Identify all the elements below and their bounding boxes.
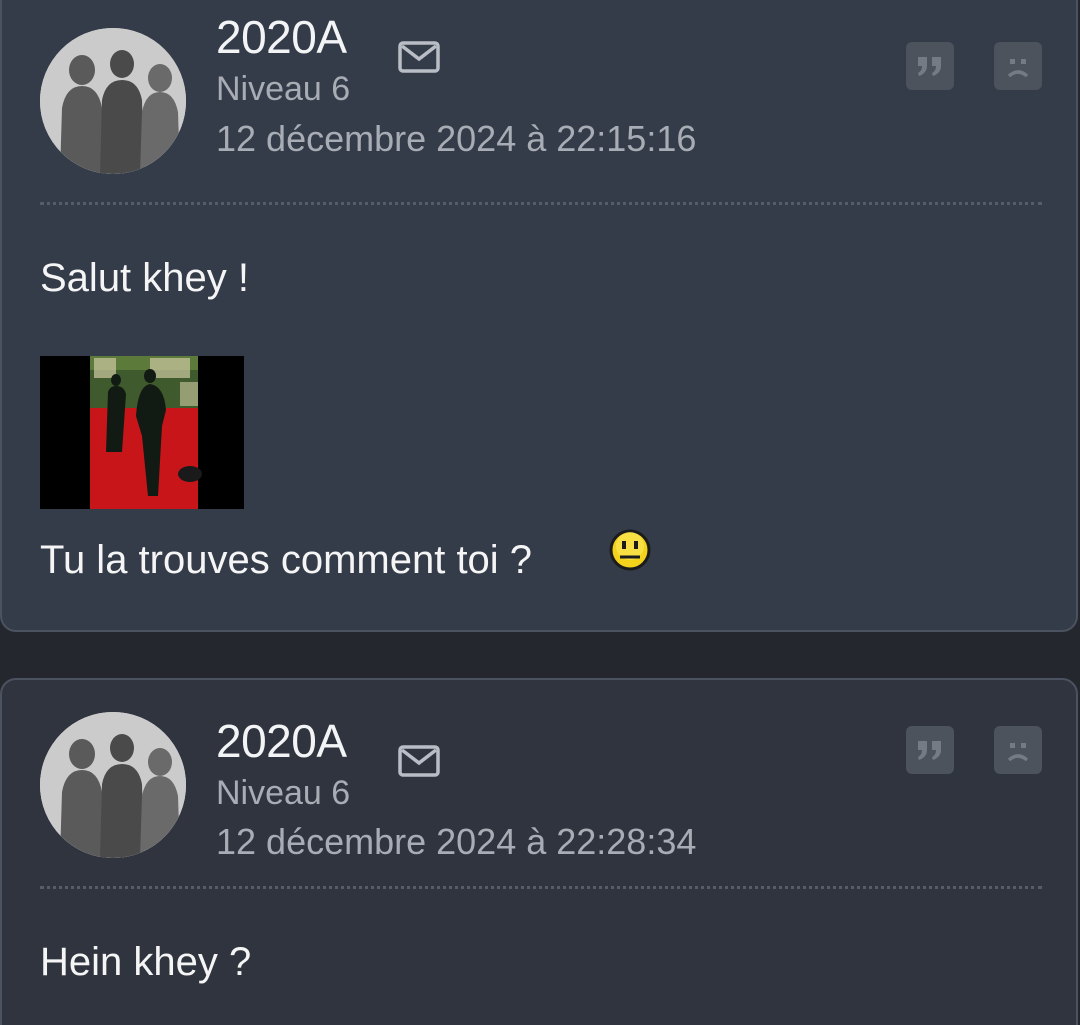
message-text: Tu la trouves comment toi ? bbox=[40, 538, 533, 582]
mail-icon[interactable] bbox=[398, 744, 440, 778]
quote-icon bbox=[918, 57, 941, 76]
post-date[interactable]: 12 décembre 2024 à 22:28:34 bbox=[216, 821, 696, 863]
avatar[interactable] bbox=[40, 28, 186, 174]
avatar[interactable] bbox=[40, 712, 186, 858]
quote-button[interactable] bbox=[906, 42, 954, 90]
message-feed: 2020A Niveau 6 12 décembre 2024 à 22:15:… bbox=[0, 0, 1080, 1025]
user-level: Niveau 6 bbox=[216, 774, 351, 812]
avatar-image bbox=[40, 712, 186, 858]
message-text: Salut khey ! bbox=[40, 256, 250, 300]
forum-post: 2020A Niveau 6 12 décembre 2024 à 22:28:… bbox=[0, 678, 1078, 1025]
post-author[interactable]: 2020A bbox=[216, 10, 347, 64]
message-text: Hein khey ? bbox=[40, 940, 252, 984]
post-date[interactable]: 12 décembre 2024 à 22:15:16 bbox=[216, 118, 696, 160]
report-button[interactable] bbox=[994, 42, 1042, 90]
neutral-smiley-icon bbox=[609, 529, 651, 571]
user-level: Niveau 6 bbox=[216, 70, 351, 108]
sad-face-icon bbox=[1007, 743, 1029, 762]
header-divider bbox=[40, 202, 1042, 205]
image-thumbnail[interactable] bbox=[40, 356, 244, 509]
quote-icon bbox=[918, 741, 941, 760]
header-divider bbox=[40, 886, 1042, 889]
sad-face-icon bbox=[1007, 59, 1029, 78]
thumbnail-photo bbox=[40, 356, 244, 509]
forum-post: 2020A Niveau 6 12 décembre 2024 à 22:15:… bbox=[0, 0, 1078, 632]
post-author[interactable]: 2020A bbox=[216, 714, 347, 768]
quote-button[interactable] bbox=[906, 726, 954, 774]
mail-icon[interactable] bbox=[398, 40, 440, 74]
report-button[interactable] bbox=[994, 726, 1042, 774]
avatar-image bbox=[40, 28, 186, 174]
